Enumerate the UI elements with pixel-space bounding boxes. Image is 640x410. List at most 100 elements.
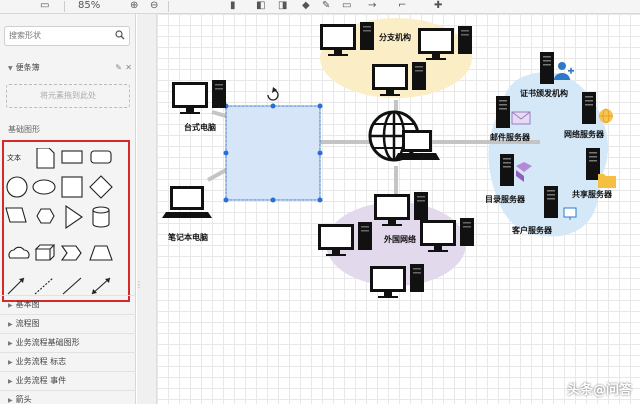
resize-handle[interactable] [318,151,323,156]
category-business-basic[interactable]: ▶业务流程基础图形 [0,333,136,351]
shape-rounded-rectangle[interactable] [91,151,111,163]
divider [168,1,169,12]
laptop-label: 笔记本电脑 [168,232,208,243]
category-label: 流程图 [16,319,40,328]
shape-triangle[interactable] [66,206,82,228]
expand-icon: ▶ [8,321,13,328]
zoom-in-icon[interactable]: ⊕ [130,0,138,12]
shape-parallelogram[interactable] [6,208,26,222]
search-icon[interactable] [115,30,125,40]
collapse-icon: ▼ [8,65,13,72]
resize-handle[interactable] [271,198,276,203]
scratchpad-header[interactable]: ▼便条簿 ✎ ✕ [0,60,136,76]
shape-text[interactable]: 文本 [7,153,21,162]
globe-icon [599,109,613,123]
share-server-icon[interactable] [586,148,600,180]
waypoints-icon[interactable]: ⌐ [398,0,406,12]
shape-square[interactable] [62,177,82,197]
shape-diamond[interactable] [90,176,112,198]
expand-icon: ▶ [8,340,13,347]
insert-icon[interactable]: ✚ [434,0,442,12]
shape-cloud[interactable] [9,247,29,258]
resize-handle[interactable] [224,198,229,203]
search-input[interactable]: 搜索形状 [4,26,130,46]
splitter-handle-icon[interactable]: ⋮ [135,280,143,289]
basic-shapes-label: 基础图形 [8,125,40,134]
shape-hexagon[interactable] [37,209,54,223]
fill-color-icon[interactable]: ◆ [302,0,310,12]
web-label: 网络服务器 [564,129,604,140]
shape-document[interactable] [37,148,54,168]
selected-rectangle[interactable] [226,106,320,200]
category-business-markers[interactable]: ▶业务流程 标志 [0,352,136,370]
watermark: 头条@问答 [567,379,632,398]
resize-handle[interactable] [318,104,323,109]
client-server-icon[interactable] [544,186,558,218]
close-icon[interactable]: ✕ [125,60,132,76]
cert-server-icon[interactable] [540,52,554,84]
category-flowchart[interactable]: ▶流程图 [0,314,136,332]
category-label: 箭头 [16,395,32,404]
shadow-icon[interactable]: ▭ [342,0,351,12]
desktop-computer-icon[interactable] [172,80,226,114]
connector[interactable] [208,170,226,180]
delete-icon[interactable]: ▮ [230,0,236,12]
shape-cube[interactable] [36,245,54,260]
category-label: 业务流程 标志 [16,357,67,366]
scratchpad-dropzone[interactable]: 将元素拖到此处 [6,84,130,108]
mail-label: 邮件服务器 [490,132,530,143]
format-icon[interactable]: ▭ [40,0,49,12]
scratchpad-label: 便条簿 [16,63,40,72]
shape-cylinder[interactable] [93,207,109,227]
user-add-icon [554,62,574,80]
cert-label: 证书颁发机构 [520,88,568,99]
dropzone-text: 将元素拖到此处 [40,91,96,100]
expand-icon: ▶ [8,378,13,385]
resize-handle[interactable] [271,104,276,109]
diagram-canvas[interactable]: 台式电脑 笔记本电脑 分支机构 外国网络 证书颁发机构 邮件服务器 网络服务器 … [157,14,640,404]
category-label: 业务流程基础图形 [16,338,80,347]
shape-step[interactable] [62,246,81,260]
mail-server-icon[interactable] [496,96,510,128]
category-business-events[interactable]: ▶业务流程 事件 [0,371,136,389]
desktop-label: 台式电脑 [184,122,216,133]
line-color-icon[interactable]: ✎ [322,0,330,12]
sidebar-splitter[interactable]: ⋮ [137,14,157,404]
zoom-out-icon[interactable]: ⊖ [150,0,158,12]
shape-ellipse[interactable] [33,180,55,194]
directory-server-icon[interactable] [500,154,514,186]
directory-label: 目录服务器 [485,194,525,205]
edit-icon[interactable]: ✎ [115,60,122,76]
category-label: 业务流程 事件 [16,376,67,385]
search-placeholder: 搜索形状 [9,31,41,40]
to-front-icon[interactable]: ◧ [256,0,265,12]
shape-line[interactable] [63,278,81,294]
category-label: 基本图 [16,300,40,309]
internet-globe-icon[interactable] [370,112,440,160]
category-basic[interactable]: ▶基本图 [0,295,136,313]
shape-trapezoid[interactable] [90,246,112,260]
client-label: 客户服务器 [512,225,552,236]
connector-icon[interactable]: → [368,0,376,12]
folder-icon [598,174,616,188]
share-label: 共享服务器 [572,189,612,200]
connector[interactable] [212,112,226,116]
network-diagram [157,14,640,404]
desktop-computer-icon[interactable] [370,264,424,298]
resize-handle[interactable] [318,198,323,203]
rotate-handle-icon[interactable] [268,87,278,100]
zoom-level[interactable]: 85% [78,0,100,12]
foreign-label: 外国网络 [384,234,416,245]
mail-icon [512,112,530,124]
web-server-icon[interactable] [582,92,596,124]
to-back-icon[interactable]: ◨ [278,0,287,12]
category-arrows[interactable]: ▶箭头 [0,390,136,408]
basic-shapes-header[interactable]: 基础图形 [8,124,40,135]
shape-circle[interactable] [7,177,27,197]
resize-handle[interactable] [224,151,229,156]
expand-icon: ▶ [8,359,13,366]
shape-sidebar: 搜索形状 ▼便条簿 ✎ ✕ 将元素拖到此处 基础图形 文本 [0,14,136,404]
shape-rectangle[interactable] [62,151,82,163]
shape-dashed-line[interactable] [35,278,53,294]
laptop-icon[interactable] [162,186,212,218]
